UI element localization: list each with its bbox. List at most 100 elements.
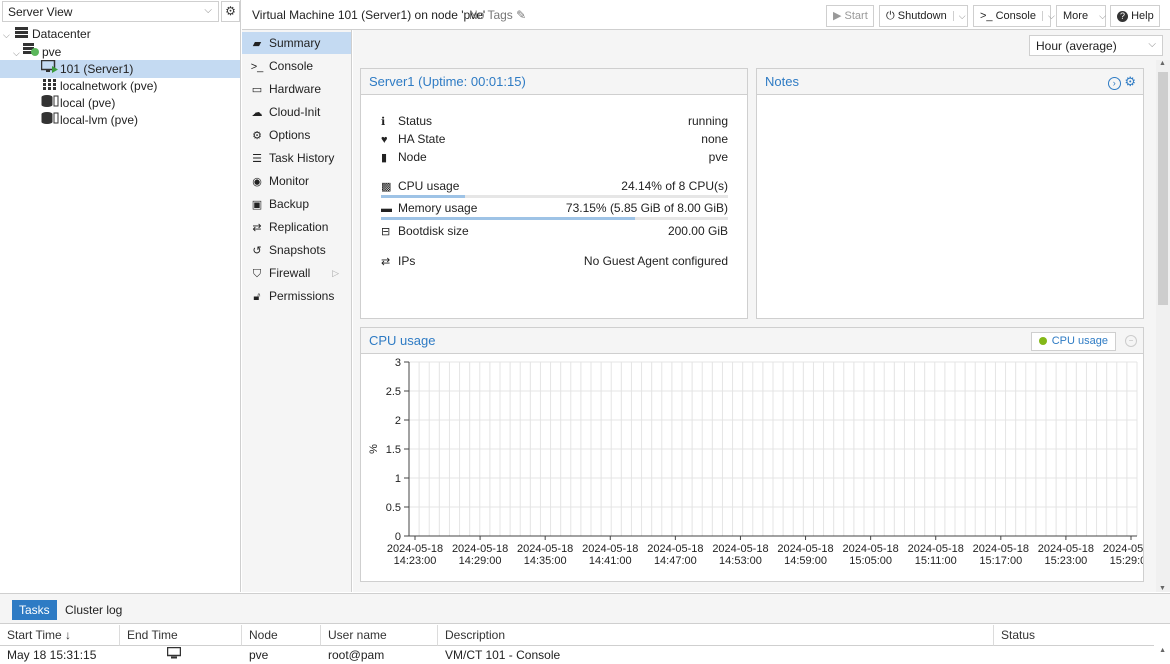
column-node[interactable]: Node: [242, 625, 321, 646]
tree-item-local-lvm[interactable]: local-lvm (pve): [0, 111, 240, 129]
nav-backup[interactable]: ▣ Backup: [242, 193, 351, 215]
gear-icon[interactable]: ⚙: [1124, 74, 1136, 89]
console-label: Console: [995, 10, 1036, 22]
legend-toggle-cpu-usage[interactable]: CPU usage: [1030, 332, 1116, 351]
tree-item-local[interactable]: local (pve): [0, 94, 240, 112]
more-button[interactable]: More ⌵: [1056, 5, 1106, 27]
nav-label: Task History: [269, 151, 335, 165]
tree-item-node-pve[interactable]: ⌵ pve: [0, 43, 240, 61]
memory-usage-row: ▬ Memory usage 73.15% (5.85 GiB of 8.00 G…: [381, 200, 728, 216]
resource-tree-panel: Server View ⌵ ⚙ ⌵ Datacenter ⌵ pve 101 (…: [0, 0, 241, 592]
view-selector[interactable]: Server View ⌵: [2, 1, 219, 22]
datacenter-icon: [13, 25, 29, 43]
cpu-usage-chart: 00.511.522.53%2024-05-1814:23:002024-05-…: [368, 357, 1144, 567]
status-panel: Server1 (Uptime: 00:01:15) ℹ Status runni…: [360, 68, 748, 319]
nav-summary[interactable]: ▰ Summary: [242, 32, 351, 54]
nav-monitor[interactable]: ◉ Monitor: [242, 170, 351, 192]
ha-state-value: none: [701, 132, 728, 146]
nav-task-history[interactable]: ☰ Task History: [242, 147, 351, 169]
nav-label: Cloud-Init: [269, 105, 321, 119]
exchange-icon: ⇄: [381, 256, 391, 268]
chevron-down-icon[interactable]: ⌵: [952, 11, 966, 21]
x-tick-label-time: 14:47:00: [654, 555, 697, 567]
cpu-usage-key: CPU usage: [398, 179, 460, 193]
x-tick-label-time: 15:23:00: [1044, 555, 1087, 567]
nav-label: Firewall: [269, 266, 311, 280]
column-start-time[interactable]: Start Time ↓: [0, 625, 120, 646]
column-user-name[interactable]: User name: [321, 625, 438, 646]
gear-icon[interactable]: ⚙: [221, 1, 240, 22]
nav-permissions[interactable]: 🔓︎ Permissions: [242, 285, 351, 307]
chevron-down-icon: ⌵: [1099, 11, 1106, 21]
summary-icon: ▰: [252, 38, 262, 50]
cloud-icon: ☁: [251, 107, 263, 119]
timeframe-selector[interactable]: Hour (average) ⌵: [1029, 35, 1163, 56]
nav-firewall[interactable]: ⛉ Firewall ▷: [242, 262, 351, 284]
console-button[interactable]: >_ Console ⌵: [973, 5, 1055, 27]
nav-console[interactable]: >_ Console: [242, 55, 351, 77]
x-tick-label-date: 2024-05-18: [908, 543, 964, 555]
notes-panel: Notes › ⚙: [756, 68, 1144, 319]
nav-options[interactable]: ⚙ Options: [242, 124, 351, 146]
tree-item-label: localnetwork (pve): [60, 79, 158, 93]
power-icon: ⏻: [886, 10, 895, 22]
tags-area[interactable]: No Tags ✎: [469, 8, 526, 22]
backup-icon: ▣: [251, 199, 263, 211]
legend-swatch: [1038, 337, 1047, 346]
nav-replication[interactable]: ⇄ Replication: [242, 216, 351, 238]
memory-usage-value: 73.15% (5.85 GiB of 8.00 GiB): [565, 201, 728, 215]
tab-cluster-log[interactable]: Cluster log: [58, 600, 129, 620]
x-tick-label-date: 2024-05-18: [973, 543, 1029, 555]
tree-item-vm-101[interactable]: 101 (Server1): [0, 59, 240, 78]
nav-label: Backup: [269, 197, 310, 211]
help-label: Help: [1131, 10, 1154, 22]
nav-cloud-init[interactable]: ☁ Cloud-Init: [242, 101, 351, 123]
y-tick-label: 1: [395, 473, 401, 485]
nav-hardware[interactable]: ▭ Hardware: [242, 78, 351, 100]
column-end-time[interactable]: End Time: [120, 625, 242, 646]
node-value: pve: [708, 150, 728, 164]
column-description[interactable]: Description: [438, 625, 994, 646]
collapse-icon[interactable]: ⌵: [3, 26, 13, 44]
pencil-icon[interactable]: ✎: [516, 8, 526, 22]
tree-item-datacenter[interactable]: ⌵ Datacenter: [0, 25, 240, 43]
x-tick-label-time: 15:29:00: [1110, 555, 1144, 567]
task-history-icon: ☰: [252, 153, 262, 165]
status-panel-title: Server1 (Uptime: 00:01:15): [361, 69, 747, 95]
status-row: ℹ Status running: [381, 113, 728, 129]
expand-icon[interactable]: ›: [1107, 77, 1121, 90]
vm-running-icon: [40, 59, 58, 78]
column-status[interactable]: Status: [994, 625, 1154, 646]
nav-snapshots[interactable]: ↺ Snapshots: [242, 239, 351, 261]
tree-item-localnetwork[interactable]: localnetwork (pve): [0, 77, 240, 95]
x-tick-label-date: 2024-05-18: [452, 543, 508, 555]
help-button[interactable]: ? Help: [1110, 5, 1160, 27]
tags-label: No Tags: [469, 8, 513, 22]
main-scrollbar[interactable]: ▲ ▼: [1156, 60, 1170, 592]
tree-item-label: local-lvm (pve): [60, 113, 139, 127]
nav-label: Console: [269, 59, 314, 73]
tab-tasks[interactable]: Tasks: [12, 600, 57, 620]
x-tick-label-time: 15:11:00: [915, 555, 957, 567]
collapse-icon[interactable]: −: [1125, 335, 1137, 347]
tree-item-label: local (pve): [60, 96, 116, 110]
cell-status: [994, 647, 1001, 664]
shutdown-button[interactable]: ⏻ Shutdown ⌵: [879, 5, 968, 27]
more-label: More: [1063, 10, 1089, 22]
scroll-down-icon[interactable]: ▼: [1159, 585, 1166, 592]
cpu-icon: ▩: [381, 181, 392, 193]
scrollbar-thumb[interactable]: [1158, 72, 1168, 305]
column-label: Description: [445, 628, 506, 642]
replication-icon: ⇄: [252, 222, 262, 234]
column-label: User name: [328, 628, 387, 642]
bottom-scroll-up-icon[interactable]: ▲: [1159, 647, 1166, 654]
ips-key: IPs: [398, 254, 416, 268]
x-tick-label-time: 14:23:00: [394, 555, 437, 567]
start-button[interactable]: ▶ Start: [826, 5, 874, 27]
timeframe-label: Hour (average): [1036, 39, 1117, 53]
tree-item-label: 101 (Server1): [60, 62, 134, 76]
chevron-down-icon[interactable]: ⌵: [1041, 11, 1055, 21]
hardware-icon: ▭: [251, 84, 263, 96]
x-tick-label-date: 2024-05-18: [1103, 543, 1144, 555]
scroll-up-icon[interactable]: ▲: [1159, 60, 1166, 67]
